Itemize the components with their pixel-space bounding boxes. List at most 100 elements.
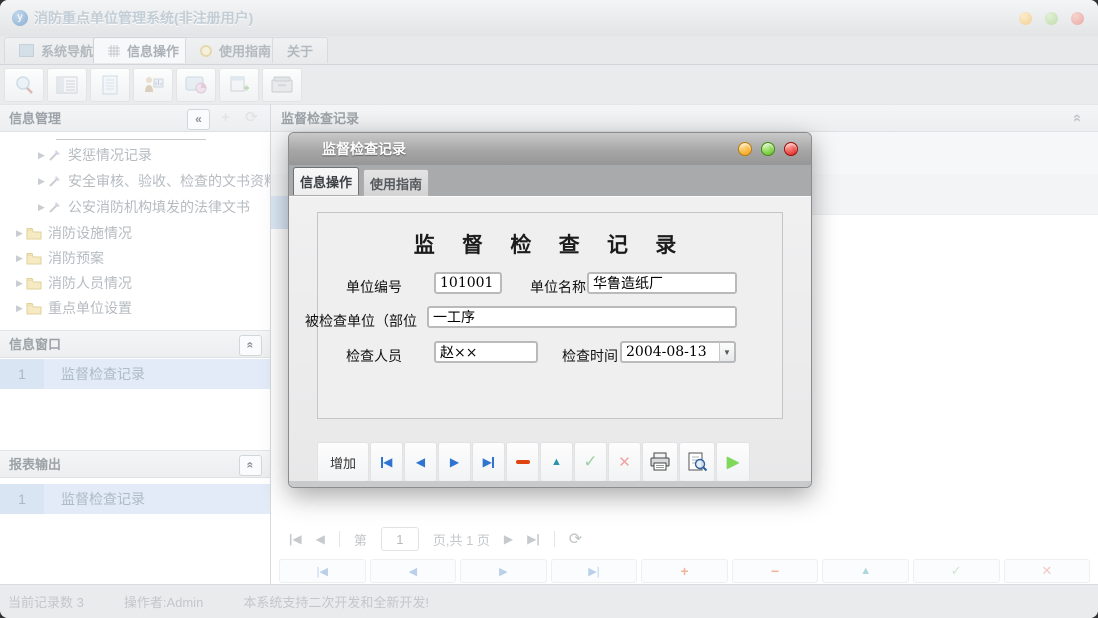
nav-last-button[interactable]: ▶|: [551, 559, 638, 583]
add-node-button[interactable]: +: [215, 109, 236, 128]
tree-item-key-units[interactable]: ▶ 重点单位设置: [0, 295, 270, 321]
search-icon: [13, 75, 35, 95]
dialog-title: 监督检查记录: [322, 133, 406, 165]
date-dropdown-button[interactable]: ▼: [719, 341, 736, 363]
tool-icon: [48, 174, 62, 188]
prev-page-button[interactable]: ◀: [316, 532, 325, 546]
tree-item-rewards[interactable]: ▶ 奖惩情况记录: [0, 142, 270, 168]
inspect-time-input[interactable]: [620, 341, 720, 363]
refresh-icon[interactable]: ⟳: [569, 529, 582, 549]
collapse-panel-button[interactable]: «: [1067, 109, 1088, 128]
tree-item-label: 公安消防机构填发的法律文书: [68, 197, 250, 217]
expander-icon[interactable]: ▶: [38, 202, 48, 213]
post-record-button[interactable]: ✓: [574, 442, 607, 482]
cross-icon: ✕: [618, 453, 631, 471]
user-report-button[interactable]: [133, 68, 173, 102]
nav-delete-button[interactable]: −: [732, 559, 819, 583]
check-icon: ✓: [951, 563, 962, 579]
delete-record-button[interactable]: [506, 442, 539, 482]
nav-cancel-button[interactable]: ✕: [1004, 559, 1091, 583]
dialog-maximize-button[interactable]: [761, 142, 775, 156]
document-button[interactable]: [90, 68, 130, 102]
nav-prev-button[interactable]: ◀: [370, 559, 457, 583]
inspected-unit-input[interactable]: [427, 306, 737, 328]
window-add-icon: [229, 75, 249, 95]
last-record-button[interactable]: ▶: [472, 442, 505, 482]
chevron-down-icon: ▼: [723, 348, 731, 357]
expander-icon[interactable]: ▶: [16, 228, 26, 239]
expander-icon[interactable]: ▶: [38, 176, 48, 187]
tree-item-personnel[interactable]: ▶ 消防人员情况: [0, 270, 270, 296]
dialog-tab-guide[interactable]: 使用指南: [363, 169, 429, 197]
main-panel-title: 监督检查记录: [281, 111, 359, 126]
last-icon: ▶: [483, 455, 495, 469]
monitor-chart-button[interactable]: [176, 68, 216, 102]
cancel-record-button[interactable]: ✕: [608, 442, 641, 482]
dialog-titlebar[interactable]: 监督检查记录: [289, 133, 811, 165]
dialog-toolbar: 增加 ◀ ◀ ▶ ▶ ▲ ✓ ✕ ▶: [317, 442, 750, 482]
collapse-report-button[interactable]: «: [239, 455, 262, 476]
nav-insert-button[interactable]: +: [641, 559, 728, 583]
search-button[interactable]: [4, 68, 44, 102]
expander-icon[interactable]: ▶: [38, 150, 48, 161]
collapse-info-window-button[interactable]: «: [239, 335, 262, 356]
grid-icon: [108, 45, 120, 57]
nav-first-button[interactable]: |◀: [279, 559, 366, 583]
main-panel-header: 监督检查记录 «: [271, 104, 1098, 132]
nav-next-button[interactable]: ▶: [460, 559, 547, 583]
info-tree: ▶ 奖惩情况记录 ▶ 安全审核、验收、检查的文书资料 ▶ 公安消防机构填发的法律…: [0, 132, 270, 330]
info-manage-header: 信息管理 « + ⟳: [0, 104, 270, 132]
inspection-record-dialog: 监督检查记录 信息操作 使用指南 监 督 检 查 记 录 单位编号 单位名称 被…: [288, 132, 812, 488]
unit-no-input[interactable]: [434, 272, 502, 294]
tab-user-guide[interactable]: 使用指南: [185, 37, 286, 63]
last-icon: ▶|: [588, 565, 599, 578]
archive-button[interactable]: [262, 68, 302, 102]
cross-icon: ✕: [1041, 563, 1052, 579]
print-preview-button[interactable]: [679, 442, 715, 482]
next-page-button[interactable]: ▶: [504, 532, 513, 546]
collapse-left-button[interactable]: «: [187, 109, 210, 130]
tab-info-ops[interactable]: 信息操作: [93, 37, 194, 63]
refresh-tree-button[interactable]: ⟳: [241, 109, 262, 128]
next-record-button[interactable]: ▶: [438, 442, 471, 482]
nav-edit-button[interactable]: ▲: [822, 559, 909, 583]
expander-icon[interactable]: ▶: [16, 253, 26, 264]
expander-icon[interactable]: ▶: [16, 303, 26, 314]
tree-item-safety-docs[interactable]: ▶ 安全审核、验收、检查的文书资料: [0, 168, 270, 194]
unit-name-input[interactable]: [587, 272, 737, 294]
inspected-unit-label: 被检查单位（部位: [305, 311, 417, 331]
report-output-row[interactable]: 1 监督检查记录: [0, 484, 270, 514]
tree-item-facilities[interactable]: ▶ 消防设施情况: [0, 220, 270, 246]
tab-about[interactable]: 关于: [272, 37, 328, 63]
tree-item-fire-plan[interactable]: ▶ 消防预案: [0, 245, 270, 271]
prev-record-button[interactable]: ◀: [404, 442, 437, 482]
last-page-button[interactable]: ▶|: [527, 532, 540, 546]
add-record-button[interactable]: 增加: [317, 442, 369, 482]
expander-icon[interactable]: ▶: [16, 278, 26, 289]
app-logo-icon: y: [12, 10, 28, 26]
page-number-input[interactable]: [381, 527, 419, 551]
tool-icon: [48, 148, 62, 162]
edit-record-button[interactable]: ▲: [540, 442, 573, 482]
first-record-button[interactable]: ◀: [370, 442, 403, 482]
window-controls: [1019, 12, 1084, 25]
tree-item-legal-docs[interactable]: ▶ 公安消防机构填发的法律文书: [0, 194, 270, 220]
dialog-minimize-button[interactable]: [738, 142, 752, 156]
minimize-button[interactable]: [1019, 12, 1032, 25]
execute-button[interactable]: ▶: [716, 442, 750, 482]
tool-icon: [48, 200, 62, 214]
info-window-row[interactable]: 1 监督检查记录: [0, 359, 270, 389]
maximize-button[interactable]: [1045, 12, 1058, 25]
dialog-close-button[interactable]: [784, 142, 798, 156]
window-add-button[interactable]: [219, 68, 259, 102]
print-button[interactable]: [642, 442, 678, 482]
first-page-button[interactable]: |◀: [289, 532, 302, 546]
row-label: 监督检查记录: [44, 484, 270, 514]
dialog-tab-info-ops[interactable]: 信息操作: [293, 167, 359, 195]
add-label: 增加: [330, 453, 356, 472]
inspector-input[interactable]: [434, 341, 538, 363]
form-view-button[interactable]: [47, 68, 87, 102]
nav-post-button[interactable]: ✓: [913, 559, 1000, 583]
folder-icon: [26, 252, 42, 265]
close-button[interactable]: [1071, 12, 1084, 25]
